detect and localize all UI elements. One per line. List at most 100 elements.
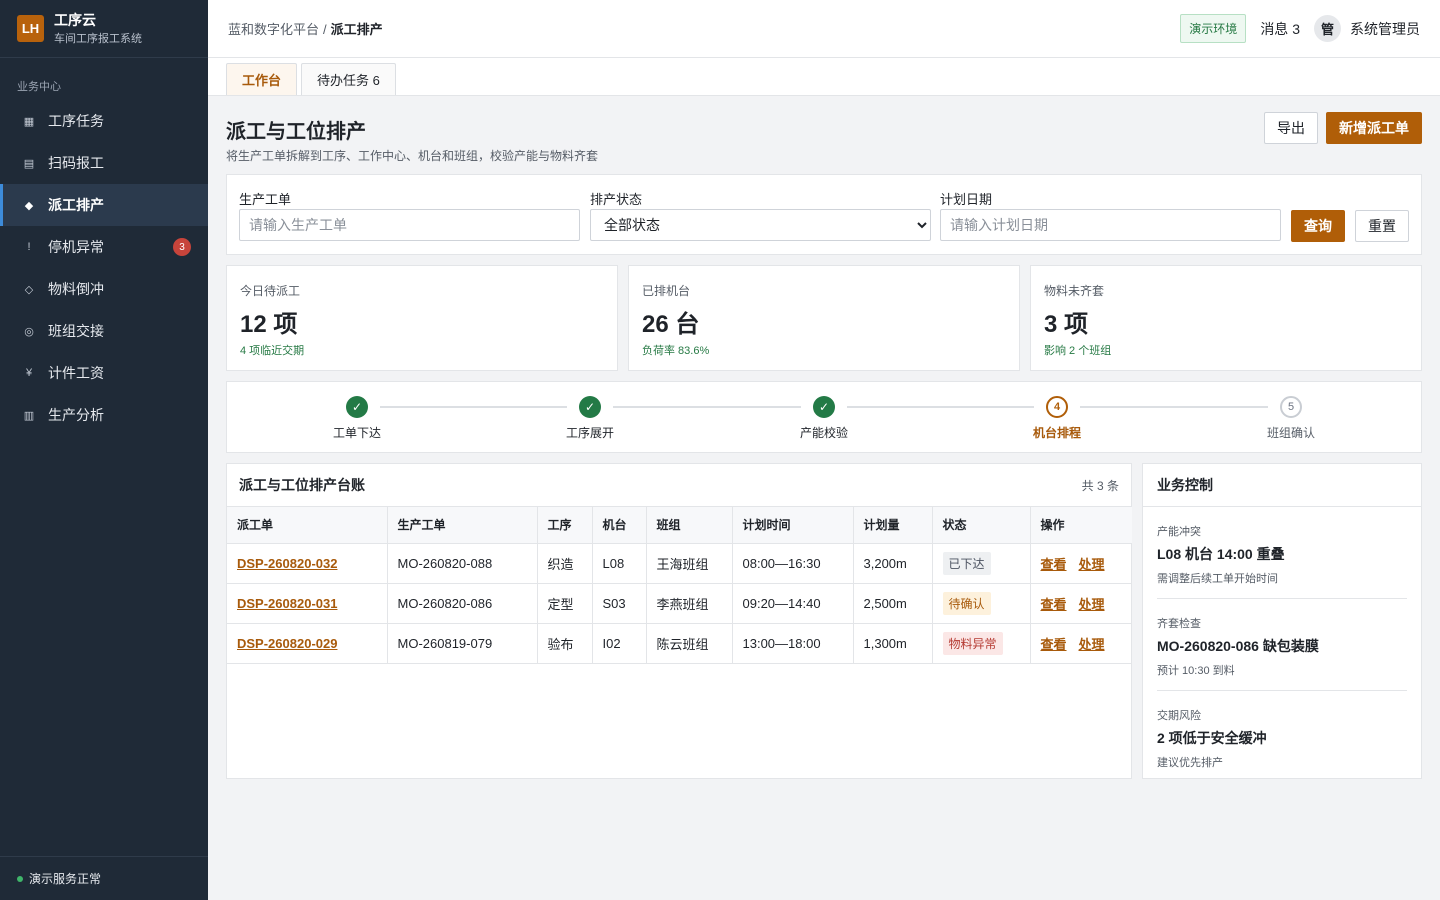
sidebar-item-label: 扫码报工 [48, 155, 104, 171]
sidebar-item-3[interactable]: ◆ 派工排产 [0, 184, 208, 226]
step-label: 工序展开 [565, 426, 614, 440]
tab-workbench[interactable]: 工作台 [226, 63, 298, 95]
stat-value: 3 项 [1044, 311, 1089, 338]
control-note: 建议优先排产 [1157, 757, 1223, 769]
ledger-panel: 派工与工位排产台账 共 3 条 派工单 生产工单 工序 机台 班组 计划时间 计划量 状态 操作… [226, 463, 1132, 779]
top-header: 蓝和数字化平台 / 派工排产 演示环境 消息 3 管 系统管理员 [208, 0, 1440, 58]
sidebar-item-6[interactable]: ◎ 班组交接 [0, 310, 208, 352]
cell-machine: L08 [592, 543, 647, 584]
cell-time: 09:20—14:40 [732, 583, 854, 624]
sidebar-item-label: 停机异常 [48, 239, 104, 255]
order-input[interactable] [239, 209, 580, 241]
status-badge: 待确认 [942, 591, 991, 615]
breadcrumb-separator: / [323, 22, 327, 37]
sidebar-item-1[interactable]: ▦ 工序任务 [0, 100, 208, 142]
control-item: 齐套检查 MO-260820-086 缺包装膜 预计 10:30 到料 [1157, 599, 1407, 691]
step-1: ✓ 工单下达 [297, 396, 417, 441]
control-kicker: 产能冲突 [1157, 526, 1201, 538]
sidebar-item-2[interactable]: ▤ 扫码报工 [0, 142, 208, 184]
list-icon: ▤ [23, 157, 35, 170]
table-row: DSP-260820-031 MO-260820-086 定型 S03 李燕班组 09:2… [227, 583, 1132, 624]
sidebar-item-4[interactable]: ! 停机异常 3 [0, 226, 208, 268]
handle-link[interactable]: 处理 [1079, 557, 1105, 572]
nav-list: ▦ 工序任务 ▤ 扫码报工 ◆ 派工排产! 停机异常 3 ◇ 物料倒冲 ◎ 班组交接 ¥ 计件工资 ▥ 生产分… [0, 100, 208, 436]
export-button[interactable]: 导出 [1264, 112, 1318, 144]
cell-team: 李燕班组 [646, 583, 733, 624]
sidebar-item-7[interactable]: ¥ 计件工资 [0, 352, 208, 394]
ledger-count: 共 3 条 [1081, 478, 1119, 493]
view-link[interactable]: 查看 [1041, 597, 1067, 612]
cell-team: 王海班组 [646, 543, 733, 584]
stat-label: 今日待派工 [240, 284, 301, 298]
cell-time: 08:00—16:30 [732, 543, 854, 584]
step-4: 4 机台排程 [997, 396, 1117, 441]
cell-actions: 查看 处理 [1030, 623, 1132, 664]
step-number: 4 [1046, 396, 1068, 418]
new-dispatch-button[interactable]: 新增派工单 [1326, 112, 1422, 144]
messages-link[interactable]: 消息 3 [1260, 19, 1300, 39]
cell-order: MO-260819-079 [387, 623, 538, 664]
view-link[interactable]: 查看 [1041, 557, 1067, 572]
status-dot-icon [17, 875, 23, 882]
diamond-outline-icon: ◇ [24, 283, 34, 296]
main-content: 派工与工位排产 将生产工单拆解到工序、工作中心、机台和班组，校验产能与物料齐套 … [226, 96, 1422, 779]
handle-link[interactable]: 处理 [1079, 637, 1105, 652]
stat-value: 26 台 [642, 311, 700, 338]
cell-time: 13:00—18:00 [732, 623, 854, 664]
step-label: 机台排程 [1032, 426, 1081, 440]
stat-label: 已排机台 [642, 284, 691, 298]
cell-dispatch-id: DSP-260820-032 [227, 543, 388, 584]
breadcrumb-current: 派工排产 [330, 22, 383, 37]
step-label: 工单下达 [332, 426, 381, 440]
dispatch-id-link[interactable]: DSP-260820-031 [237, 596, 337, 611]
control-kicker: 齐套检查 [1157, 618, 1201, 630]
sidebar-item-label: 班组交接 [48, 323, 104, 339]
control-headline: L08 机台 14:00 重叠 [1157, 546, 1285, 562]
column-header: 生产工单 [387, 507, 538, 544]
reset-button[interactable]: 重置 [1355, 210, 1409, 242]
breadcrumb-root[interactable]: 蓝和数字化平台 [228, 22, 319, 37]
cell-actions: 查看 处理 [1030, 543, 1132, 584]
control-headline: 2 项低于安全缓冲 [1157, 730, 1267, 746]
stat-card-machines: 已排机台 26 台 负荷率 83.6% [628, 265, 1020, 371]
column-header: 工序 [537, 507, 593, 544]
sidebar-item-8[interactable]: ▥ 生产分析 [0, 394, 208, 436]
dispatch-id-link[interactable]: DSP-260820-029 [237, 636, 337, 651]
step-label: 班组确认 [1266, 426, 1315, 440]
brand-name: 工序云 [54, 11, 96, 28]
tab-todo[interactable]: 待办任务 6 [301, 63, 396, 95]
handle-link[interactable]: 处理 [1079, 597, 1105, 612]
check-icon: ✓ [813, 396, 835, 418]
control-item: 产能冲突 L08 机台 14:00 重叠需调整后续工单开始时间 [1157, 507, 1407, 599]
date-input[interactable] [940, 209, 1281, 241]
service-status-text: 演示服务正常 [29, 872, 102, 886]
check-icon: ✓ [579, 396, 601, 418]
step-number: 5 [1280, 396, 1302, 418]
cell-team: 陈云班组 [646, 623, 733, 664]
grid-icon: ▦ [23, 115, 35, 128]
process-steps: ✓ 工单下达 ✓ 工序展开 ✓ 产能校验 4 机台排程 5 班组确认 [226, 381, 1422, 453]
view-link[interactable]: 查看 [1041, 637, 1067, 652]
cell-status: 已下达 [932, 543, 1031, 584]
step-5: 5 班组确认 [1231, 396, 1351, 441]
cell-dispatch-id: DSP-260820-029 [227, 623, 388, 664]
nav-section-title: 业务中心 [17, 81, 61, 93]
table-body: DSP-260820-032 MO-260820-088 织造 L08 王海班组 08:0… [227, 543, 1132, 664]
column-header: 计划时间 [732, 507, 854, 544]
control-item: 交期风险 2 项低于安全缓冲 建议优先排产 [1157, 691, 1407, 782]
status-select[interactable]: 全部状态 [590, 209, 931, 241]
sidebar-item-label: 生产分析 [48, 407, 104, 423]
column-header: 操作 [1030, 507, 1132, 544]
dispatch-id-link[interactable]: DSP-260820-032 [237, 556, 337, 571]
cell-qty: 2,500m [853, 583, 933, 624]
sidebar-item-5[interactable]: ◇ 物料倒冲 [0, 268, 208, 310]
service-status: 演示服务正常 [0, 856, 208, 900]
cell-process: 织造 [537, 543, 593, 584]
control-note: 需调整后续工单开始时间 [1157, 573, 1278, 585]
stat-label: 物料未齐套 [1044, 284, 1105, 298]
avatar[interactable]: 管 [1314, 15, 1341, 42]
user-name[interactable]: 系统管理员 [1350, 19, 1420, 39]
cell-status: 物料异常 [932, 623, 1031, 664]
query-button[interactable]: 查询 [1291, 210, 1345, 242]
sidebar-item-badge: 3 [173, 238, 191, 256]
